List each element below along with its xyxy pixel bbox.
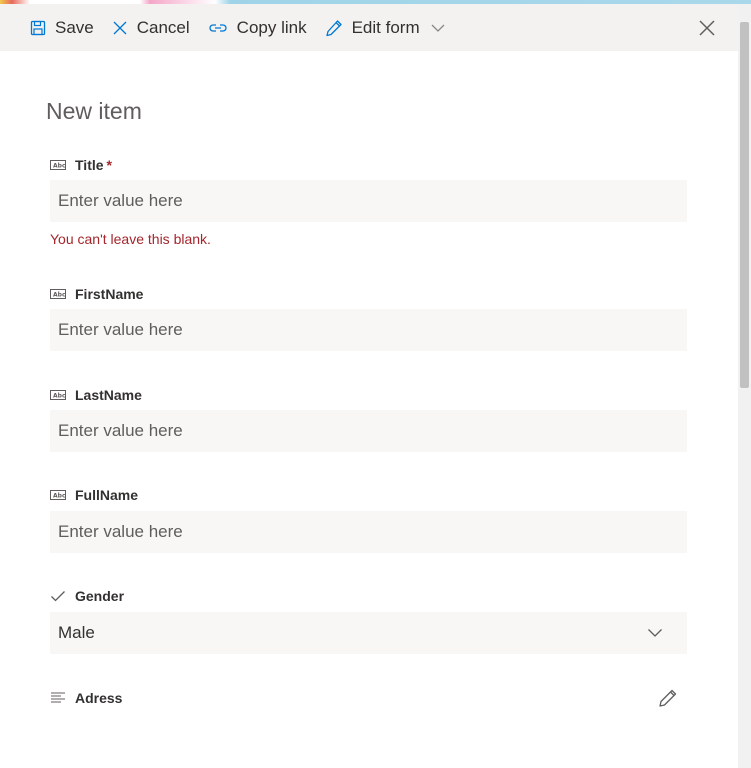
field-label-gender: Gender	[50, 586, 124, 606]
close-panel-button[interactable]	[696, 17, 718, 39]
chevron-down-icon	[648, 629, 662, 637]
scrollbar-thumb[interactable]	[740, 22, 749, 388]
form-title: New item	[46, 98, 142, 124]
text-field-icon: Abc	[50, 160, 66, 170]
save-button-label: Save	[55, 17, 94, 37]
command-bar: Save Cancel Copy link Edit form	[0, 4, 738, 51]
text-field-icon: Abc	[50, 490, 66, 500]
field-label-lastname: Abc LastName	[50, 385, 142, 405]
gender-selected-value: Male	[58, 623, 95, 642]
copy-link-button[interactable]: Copy link	[202, 4, 313, 51]
svg-text:Abc: Abc	[53, 163, 66, 170]
copy-link-button-label: Copy link	[236, 17, 307, 37]
cancel-button[interactable]: Cancel	[106, 4, 196, 51]
field-label-fullname: Abc FullName	[50, 485, 138, 505]
text-field-icon: Abc	[50, 289, 66, 299]
cancel-icon	[113, 21, 127, 34]
field-label-text: FullName	[75, 487, 139, 503]
pencil-icon	[659, 689, 677, 707]
new-item-panel: Save Cancel Copy link Edit form New item…	[0, 0, 751, 768]
link-icon	[209, 23, 227, 32]
field-label-adress: Adress	[50, 688, 122, 708]
field-label-text: Title	[75, 157, 104, 173]
svg-text:Abc: Abc	[53, 292, 66, 299]
required-indicator: *	[106, 157, 112, 173]
field-label-text: Adress	[75, 690, 123, 706]
save-icon	[30, 20, 46, 35]
chevron-down-icon	[431, 24, 445, 32]
svg-text:Abc: Abc	[53, 493, 66, 500]
title-error-message: You can't leave this blank.	[50, 231, 211, 247]
edit-form-button[interactable]: Edit form	[319, 4, 452, 51]
checkmark-icon	[51, 591, 65, 602]
fullname-input[interactable]	[50, 511, 687, 553]
adress-edit-button[interactable]	[658, 688, 678, 708]
cancel-button-label: Cancel	[136, 17, 190, 37]
svg-text:Abc: Abc	[53, 393, 66, 400]
title-input[interactable]	[50, 180, 687, 222]
field-label-text: Gender	[75, 588, 125, 604]
firstname-input[interactable]	[50, 309, 687, 351]
field-label-title: Abc Title *	[50, 155, 112, 175]
pencil-icon	[325, 19, 342, 36]
field-label-firstname: Abc FirstName	[50, 284, 143, 304]
field-label-text: LastName	[75, 387, 142, 403]
save-button[interactable]: Save	[0, 4, 100, 51]
field-label-text: FirstName	[75, 286, 144, 302]
close-icon	[699, 20, 715, 36]
text-field-icon: Abc	[50, 390, 66, 400]
gender-dropdown[interactable]: Male	[50, 612, 687, 654]
lastname-input[interactable]	[50, 410, 687, 452]
edit-form-button-label: Edit form	[351, 17, 420, 37]
multiline-text-icon	[51, 692, 65, 703]
